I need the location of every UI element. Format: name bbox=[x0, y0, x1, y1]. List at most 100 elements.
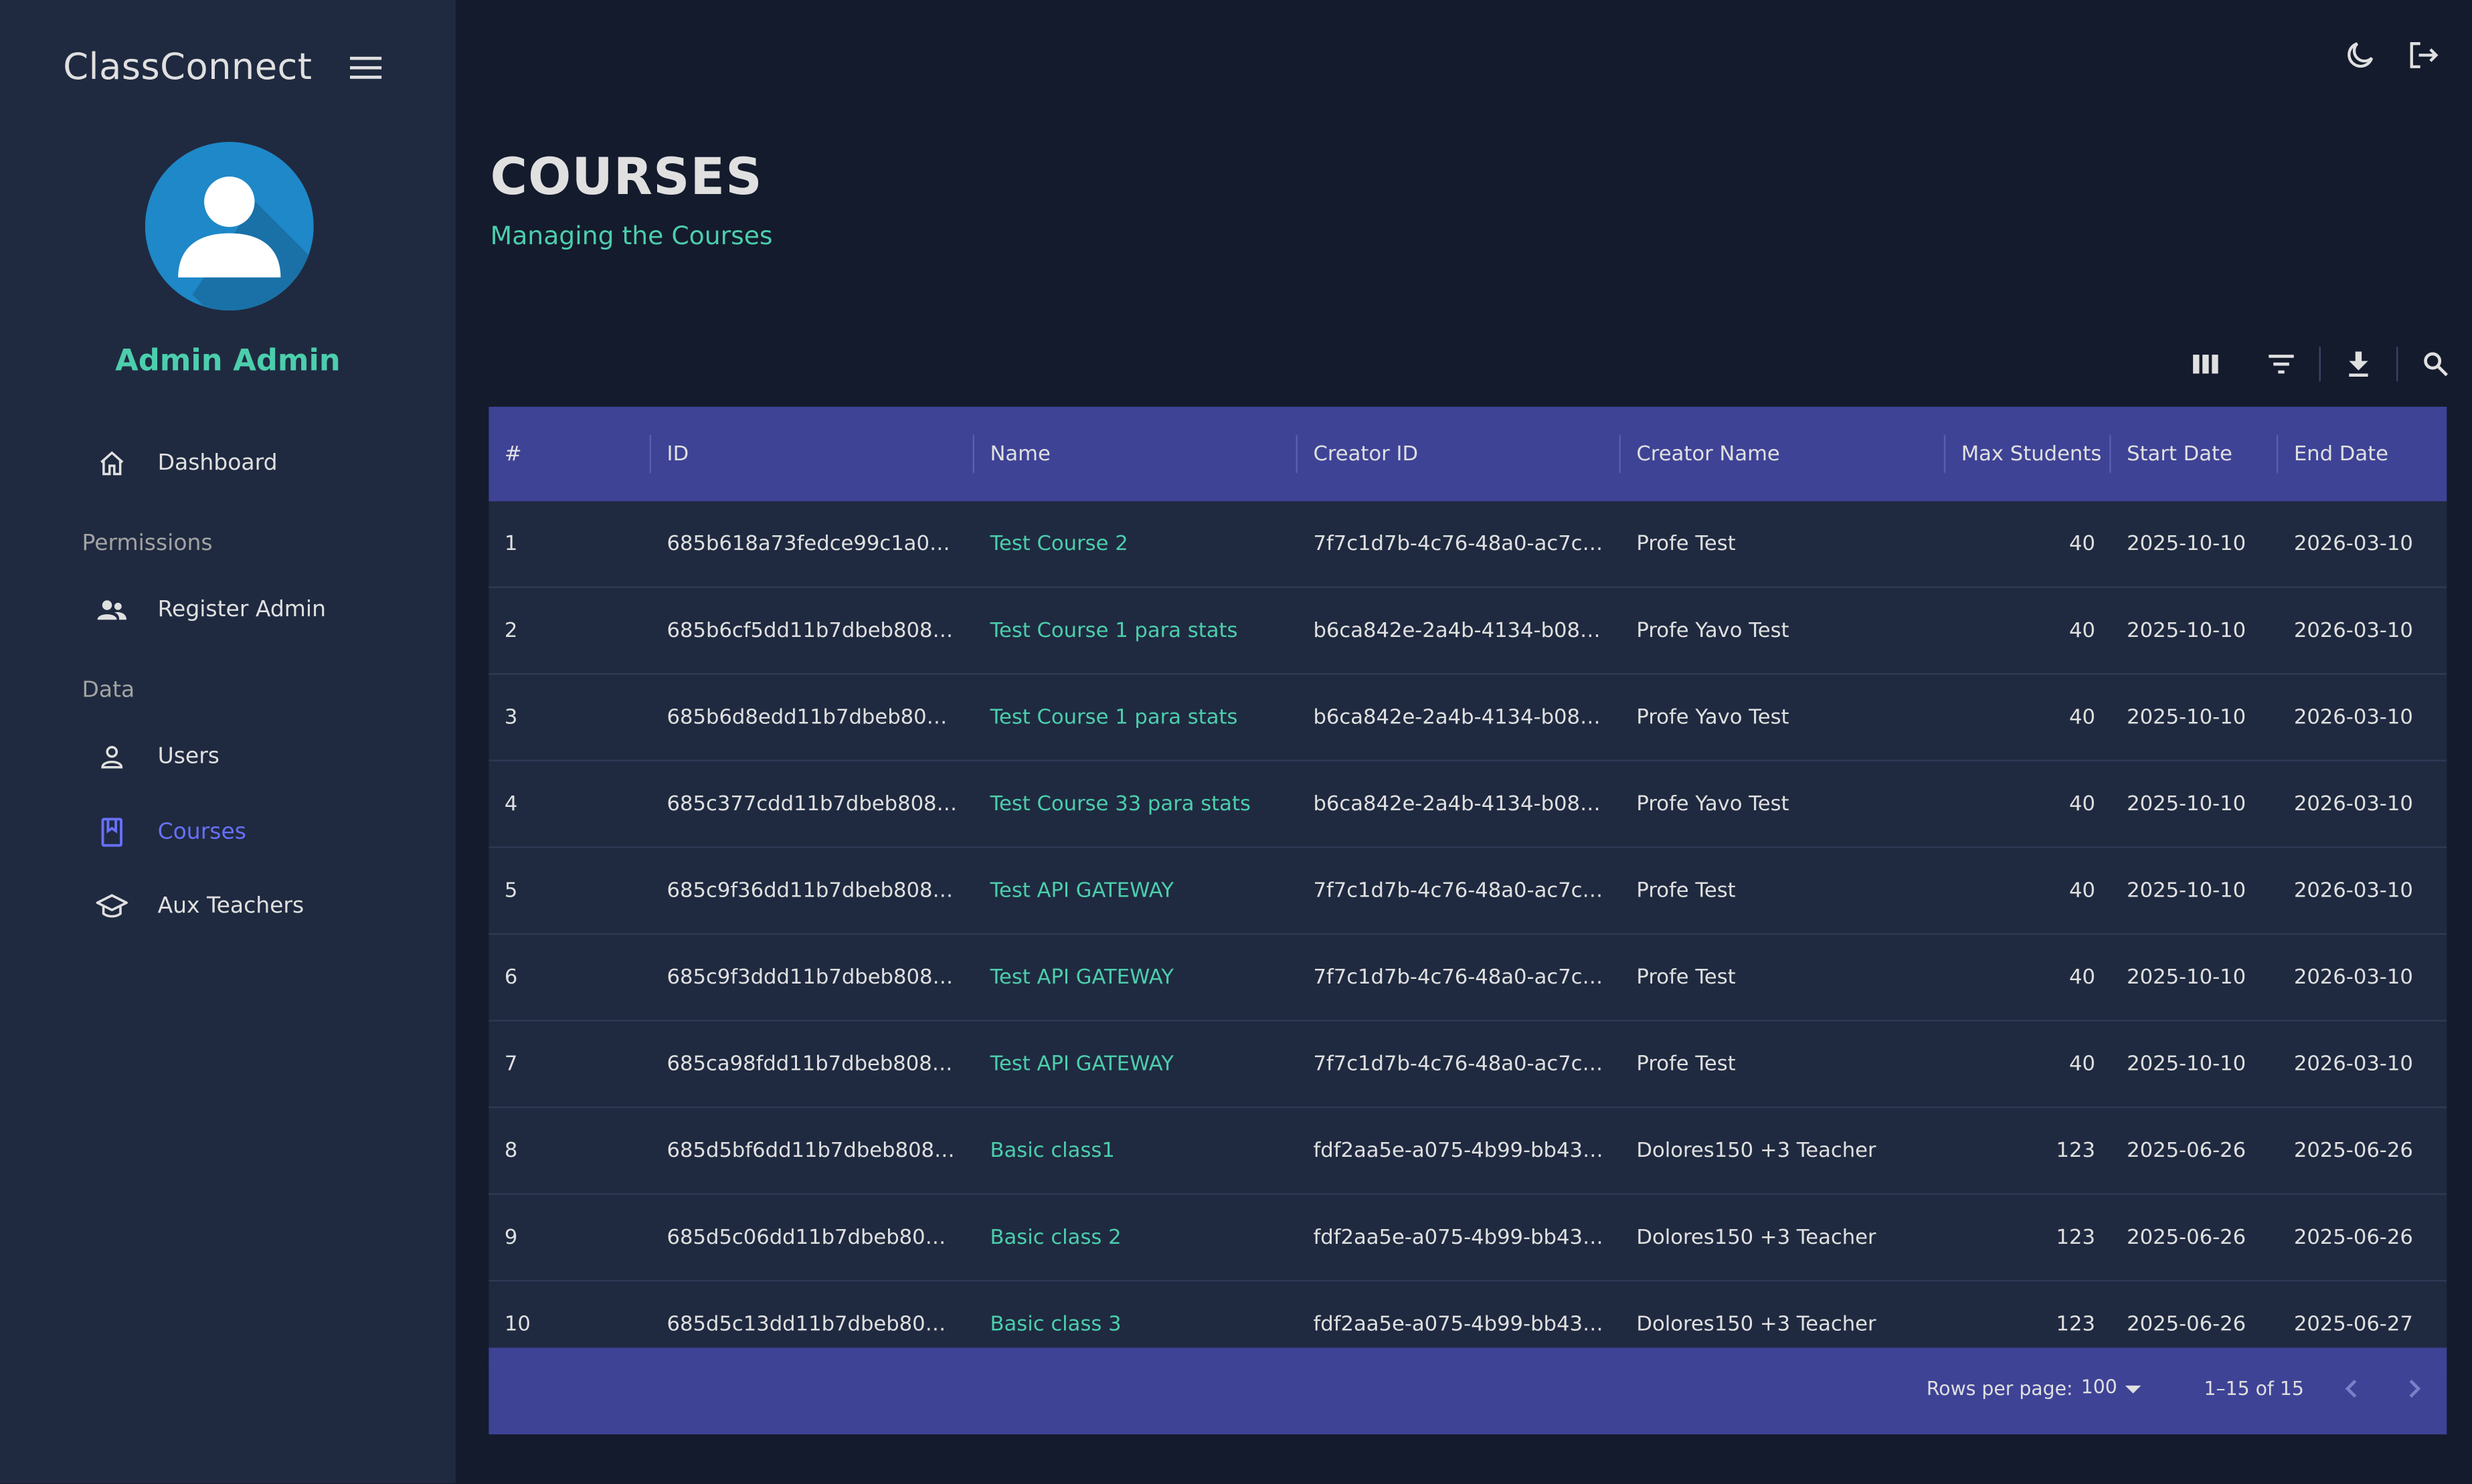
menu-toggle-icon[interactable] bbox=[350, 56, 382, 85]
moon-icon[interactable] bbox=[2343, 38, 2378, 73]
column-header[interactable]: Start Date bbox=[2111, 407, 2279, 501]
sidebar-item-label: Users bbox=[157, 743, 219, 769]
columns-icon[interactable] bbox=[2188, 347, 2223, 381]
page-subtitle: Managing the Courses bbox=[490, 220, 773, 251]
table-row[interactable]: 7 685ca98fdd11b7dbeb8085dc Test API GATEWA… bbox=[489, 1022, 2447, 1109]
max-students-cell: 40 bbox=[2069, 1052, 2095, 1076]
row-index-cell: 5 bbox=[504, 878, 518, 903]
row-index-cell: 7 bbox=[504, 1052, 518, 1076]
creator-name-cell: Profe Test bbox=[1636, 532, 1736, 556]
profile-name: Admin Admin bbox=[115, 343, 341, 379]
start-date-cell: 2025-10-10 bbox=[2127, 878, 2246, 903]
creator-name-cell: Profe Yavo Test bbox=[1636, 618, 1789, 643]
sidebar-item-dashboard[interactable]: Dashboard bbox=[94, 442, 278, 486]
column-header[interactable]: ID bbox=[651, 407, 974, 501]
toolbar-divider bbox=[2396, 347, 2398, 382]
start-date-cell: 2025-10-10 bbox=[2127, 705, 2246, 729]
row-index-cell: 9 bbox=[504, 1225, 518, 1250]
toolbar-divider bbox=[2319, 347, 2321, 382]
table-row[interactable]: 3 685b6d8edd11b7dbeb8085d7 Test Course 1 p… bbox=[489, 674, 2447, 761]
sidebar-item-label: Aux Teachers bbox=[157, 893, 304, 919]
creator-id-cell: 7f7c1d7b-4c76-48a0-ac7c-b… bbox=[1313, 532, 1605, 556]
table-row[interactable]: 2 685b6cf5dd11b7dbeb8085d5 Test Course 1 p… bbox=[489, 588, 2447, 675]
filter-icon[interactable] bbox=[2264, 347, 2299, 381]
course-name-cell[interactable]: Test Course 1 para stats bbox=[974, 588, 1298, 673]
course-id-cell: 685c9f36dd11b7dbeb8085da bbox=[667, 878, 959, 903]
chevron-down-icon[interactable] bbox=[2125, 1385, 2141, 1394]
rows-per-page-select[interactable]: 100 bbox=[2081, 1376, 2117, 1398]
sidebar: ClassConnect Admin Admin Dashboard Permi… bbox=[0, 0, 456, 1483]
search-icon[interactable] bbox=[2418, 347, 2453, 381]
course-name-cell[interactable]: Test API GATEWAY bbox=[974, 1022, 1298, 1107]
creator-name-cell: Dolores150 +3 Teacher bbox=[1636, 1225, 1876, 1250]
column-header[interactable]: Creator Name bbox=[1621, 407, 1946, 501]
start-date-cell: 2025-06-26 bbox=[2127, 1139, 2246, 1163]
course-name-cell[interactable]: Test API GATEWAY bbox=[974, 848, 1298, 933]
creator-id-cell: fdf2aa5e-a075-4b99-bb43-7… bbox=[1313, 1225, 1605, 1250]
course-name-cell[interactable]: Test Course 33 para stats bbox=[974, 761, 1298, 846]
course-name-cell[interactable]: Basic class1 bbox=[974, 1108, 1298, 1193]
table-body: 1 685b618a73fedce99c1a0b1c Test Course 2 7f… bbox=[489, 501, 2447, 1368]
max-students-cell: 123 bbox=[2056, 1139, 2095, 1163]
max-students-cell: 40 bbox=[2069, 705, 2095, 729]
course-name-cell[interactable]: Test API GATEWAY bbox=[974, 935, 1298, 1020]
chevron-left-icon[interactable] bbox=[2338, 1374, 2366, 1402]
table-row[interactable]: 1 685b618a73fedce99c1a0b1c Test Course 2 7f… bbox=[489, 501, 2447, 588]
sidebar-item-label: Register Admin bbox=[157, 597, 327, 623]
table-row[interactable]: 4 685c377cdd11b7dbeb8085d8 Test Course 33 … bbox=[489, 761, 2447, 848]
end-date-cell: 2026-03-10 bbox=[2293, 618, 2413, 643]
sidebar-item-users[interactable]: Users bbox=[94, 735, 219, 779]
end-date-cell: 2026-03-10 bbox=[2293, 1052, 2413, 1076]
table-row[interactable]: 8 685d5bf6dd11b7dbeb8085de Basic class1 fdf… bbox=[489, 1108, 2447, 1195]
brand-title: ClassConnect bbox=[63, 47, 313, 88]
creator-name-cell: Profe Yavo Test bbox=[1636, 792, 1789, 816]
course-id-cell: 685d5bf6dd11b7dbeb8085de bbox=[667, 1139, 959, 1163]
person-icon bbox=[94, 739, 129, 774]
max-students-cell: 40 bbox=[2069, 618, 2095, 643]
creator-id-cell: b6ca842e-2a4b-4134-b088-… bbox=[1313, 792, 1605, 816]
max-students-cell: 40 bbox=[2069, 792, 2095, 816]
row-index-cell: 8 bbox=[504, 1139, 518, 1163]
page-title: COURSES bbox=[490, 147, 763, 207]
home-icon bbox=[94, 446, 129, 481]
section-label-permissions: Permissions bbox=[82, 531, 213, 557]
column-header[interactable]: End Date bbox=[2278, 407, 2447, 501]
download-icon[interactable] bbox=[2342, 347, 2376, 381]
courses-table: # ID Name Creator ID Creator Name Max St… bbox=[489, 406, 2447, 1434]
course-id-cell: 685b618a73fedce99c1a0b1c bbox=[667, 532, 959, 556]
course-name-cell[interactable]: Basic class 2 bbox=[974, 1195, 1298, 1280]
course-name-cell[interactable]: Test Course 1 para stats bbox=[974, 674, 1298, 759]
table-row[interactable]: 9 685d5c06dd11b7dbeb8085df Basic class 2 fd… bbox=[489, 1195, 2447, 1282]
topbar-actions bbox=[2343, 38, 2441, 73]
creator-id-cell: fdf2aa5e-a075-4b99-bb43-7… bbox=[1313, 1139, 1605, 1163]
sidebar-item-register-admin[interactable]: Register Admin bbox=[94, 588, 326, 632]
max-students-cell: 123 bbox=[2056, 1225, 2095, 1250]
creator-name-cell: Profe Test bbox=[1636, 878, 1736, 903]
table-row[interactable]: 6 685c9f3ddd11b7dbeb8085db Test API GATEWA… bbox=[489, 935, 2447, 1022]
start-date-cell: 2025-10-10 bbox=[2127, 792, 2246, 816]
creator-name-cell: Profe Test bbox=[1636, 1052, 1736, 1076]
column-header[interactable]: Creator ID bbox=[1298, 407, 1621, 501]
row-index-cell: 1 bbox=[504, 532, 518, 556]
column-header[interactable]: Max Students bbox=[1945, 407, 2111, 501]
sidebar-item-courses[interactable]: Courses bbox=[94, 810, 246, 854]
course-name-cell[interactable]: Test Course 2 bbox=[974, 501, 1298, 586]
start-date-cell: 2025-10-10 bbox=[2127, 532, 2246, 556]
start-date-cell: 2025-06-26 bbox=[2127, 1225, 2246, 1250]
column-header[interactable]: # bbox=[489, 407, 651, 501]
course-id-cell: 685ca98fdd11b7dbeb8085dc bbox=[667, 1052, 959, 1076]
course-id-cell: 685c9f3ddd11b7dbeb8085db bbox=[667, 965, 959, 990]
end-date-cell: 2025-06-26 bbox=[2293, 1139, 2413, 1163]
chevron-right-icon[interactable] bbox=[2400, 1374, 2428, 1402]
sidebar-item-label: Courses bbox=[157, 820, 246, 845]
sidebar-item-aux-teachers[interactable]: Aux Teachers bbox=[94, 885, 304, 929]
table-row[interactable]: 5 685c9f36dd11b7dbeb8085da Test API GATEWA… bbox=[489, 848, 2447, 935]
row-index-cell: 4 bbox=[504, 792, 518, 816]
row-index-cell: 2 bbox=[504, 618, 518, 643]
row-index-cell: 6 bbox=[504, 965, 518, 990]
graduation-cap-icon bbox=[94, 889, 129, 924]
column-header[interactable]: Name bbox=[974, 407, 1298, 501]
table-header: # ID Name Creator ID Creator Name Max St… bbox=[489, 406, 2447, 502]
creator-id-cell: 7f7c1d7b-4c76-48a0-ac7c-b… bbox=[1313, 1052, 1605, 1076]
logout-icon[interactable] bbox=[2406, 38, 2441, 73]
